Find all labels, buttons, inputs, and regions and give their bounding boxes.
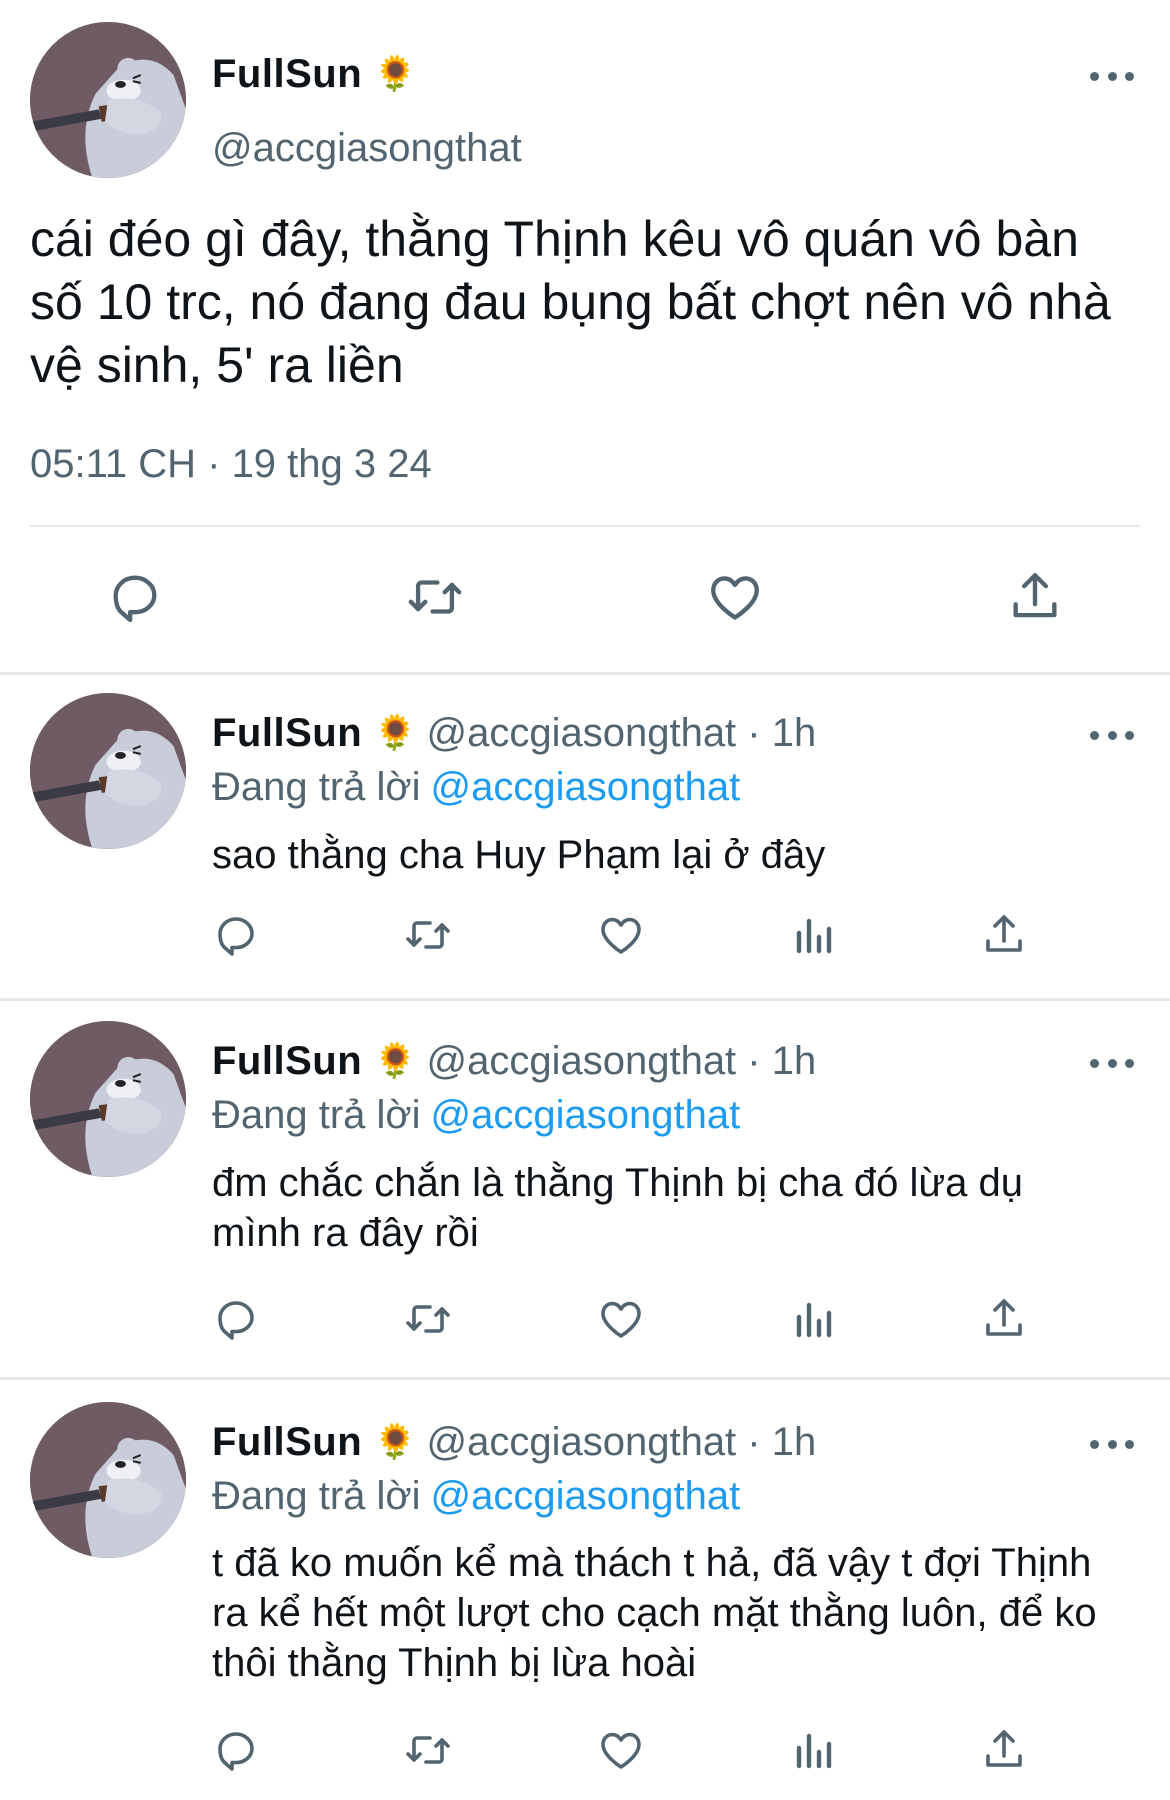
sunflower-emoji: 🌻 xyxy=(374,1042,417,1080)
more-options-icon[interactable] xyxy=(1090,1053,1134,1073)
more-options-icon[interactable] xyxy=(1090,1434,1134,1454)
more-options-icon[interactable] xyxy=(1090,66,1134,86)
mention-link[interactable]: @accgiasongthat xyxy=(431,1093,741,1137)
display-name[interactable]: FullSun xyxy=(212,711,362,755)
display-name[interactable]: FullSun 🌻 xyxy=(212,52,417,97)
handle-time[interactable]: @accgiasongthat · 1h xyxy=(426,711,816,755)
tweet-actions xyxy=(0,1726,1170,1778)
replying-to: Đang trả lời @accgiasongthat xyxy=(212,1093,740,1138)
reply-icon[interactable] xyxy=(212,1726,260,1774)
replying-prefix: Đang trả lời xyxy=(212,1093,421,1137)
views-icon[interactable] xyxy=(789,1295,837,1343)
replying-to: Đang trả lời @accgiasongthat xyxy=(212,765,740,810)
views-icon[interactable] xyxy=(789,1726,837,1774)
share-icon[interactable] xyxy=(980,1726,1028,1774)
retweet-icon[interactable] xyxy=(404,1295,452,1343)
tweet-text: t đã ko muốn kể mà thách t hả, đã vậy t … xyxy=(212,1541,1097,1685)
handle-time[interactable]: @accgiasongthat · 1h xyxy=(426,1039,816,1083)
avatar[interactable] xyxy=(30,1021,186,1177)
reply-header: FullSun 🌻 @accgiasongthat · 1h xyxy=(212,711,816,756)
replying-prefix: Đang trả lời xyxy=(212,1474,421,1518)
avatar[interactable] xyxy=(30,22,186,178)
divider xyxy=(30,525,1140,527)
display-name-text: FullSun xyxy=(212,52,363,96)
reply-icon[interactable] xyxy=(212,911,260,959)
more-options-icon[interactable] xyxy=(1090,725,1134,745)
sunflower-emoji: 🌻 xyxy=(374,1423,417,1461)
handle[interactable]: @accgiasongthat xyxy=(212,126,522,171)
retweet-icon[interactable] xyxy=(404,1726,452,1774)
mention-link[interactable]: @accgiasongthat xyxy=(431,765,741,809)
tweet-actions xyxy=(0,911,1170,963)
tweet-timestamp[interactable]: 05:11 CH · 19 thg 3 24 xyxy=(30,442,432,487)
reply-tweet[interactable]: FullSun 🌻 @accgiasongthat · 1h Đang trả lờ… xyxy=(0,1001,1170,1377)
display-name[interactable]: FullSun xyxy=(212,1039,362,1083)
tweet-text: sao thằng cha Huy Phạm lại ở đây xyxy=(212,833,826,877)
reply-tweet[interactable]: FullSun 🌻 @accgiasongthat · 1h Đang trả lờ… xyxy=(0,675,1170,998)
reply-icon[interactable] xyxy=(212,1295,260,1343)
tweet-text: cái đéo gì đây, thằng Thịnh kêu vô quán … xyxy=(30,211,1111,393)
replying-prefix: Đang trả lời xyxy=(212,765,421,809)
mention-link[interactable]: @accgiasongthat xyxy=(431,1474,741,1518)
sunflower-emoji: 🌻 xyxy=(374,55,417,93)
retweet-icon[interactable] xyxy=(404,911,452,959)
share-icon[interactable] xyxy=(980,1295,1028,1343)
tweet-actions xyxy=(0,1295,1170,1347)
retweet-icon[interactable] xyxy=(406,568,464,626)
reply-tweet[interactable]: FullSun 🌻 @accgiasongthat · 1h Đang trả lờ… xyxy=(0,1380,1170,1800)
avatar[interactable] xyxy=(30,1402,186,1558)
tweet-text: đm chắc chắn là thằng Thịnh bị cha đó lừ… xyxy=(212,1161,1024,1255)
views-icon[interactable] xyxy=(789,911,837,959)
reply-icon[interactable] xyxy=(106,568,164,626)
share-icon[interactable] xyxy=(1006,568,1064,626)
sunflower-emoji: 🌻 xyxy=(374,714,417,752)
like-icon[interactable] xyxy=(597,1295,645,1343)
reply-header: FullSun 🌻 @accgiasongthat · 1h xyxy=(212,1039,816,1084)
main-tweet: FullSun 🌻 @accgiasongthat cái đéo gì đây,… xyxy=(0,0,1170,672)
like-icon[interactable] xyxy=(706,568,764,626)
display-name[interactable]: FullSun xyxy=(212,1420,362,1464)
tweet-actions xyxy=(0,568,1170,630)
handle-time[interactable]: @accgiasongthat · 1h xyxy=(426,1420,816,1464)
avatar[interactable] xyxy=(30,693,186,849)
like-icon[interactable] xyxy=(597,1726,645,1774)
replying-to: Đang trả lời @accgiasongthat xyxy=(212,1474,740,1519)
share-icon[interactable] xyxy=(980,911,1028,959)
like-icon[interactable] xyxy=(597,911,645,959)
reply-header: FullSun 🌻 @accgiasongthat · 1h xyxy=(212,1420,816,1465)
